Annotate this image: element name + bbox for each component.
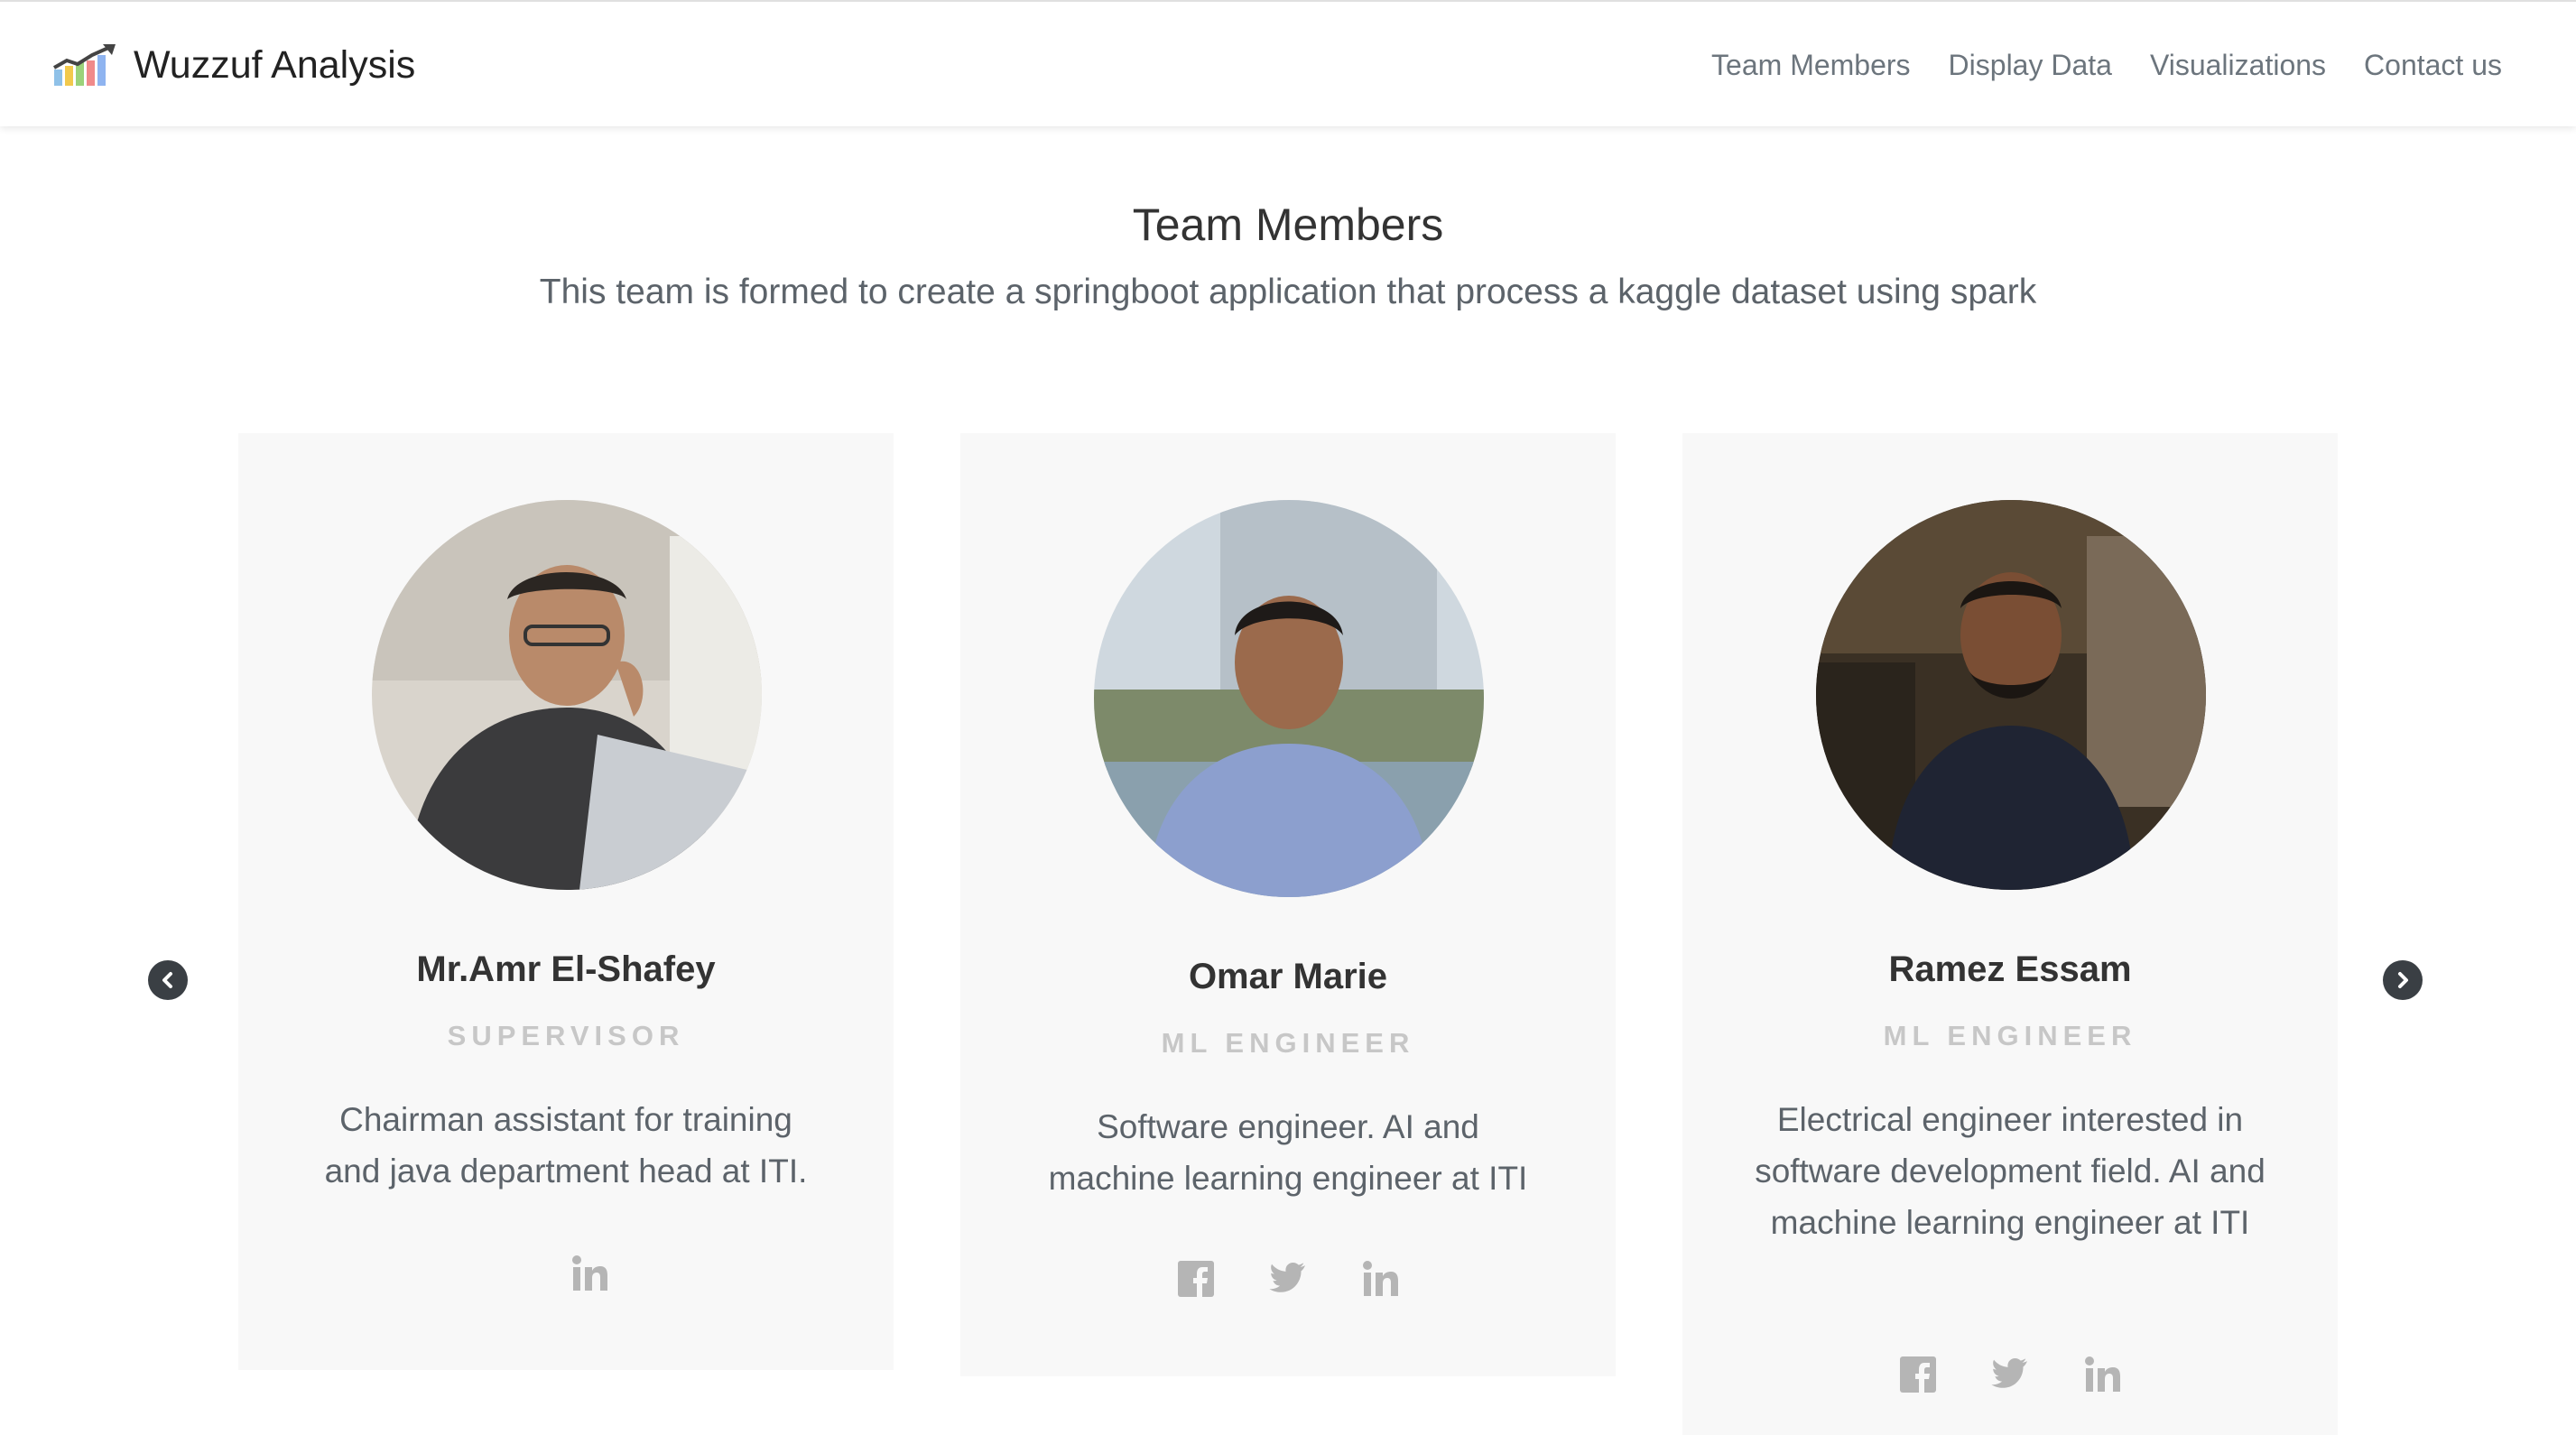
chevron-left-icon bbox=[162, 972, 172, 988]
avatar bbox=[1094, 500, 1484, 897]
team-member-card: Omar Marie ML ENGINEER Software engineer… bbox=[960, 433, 1616, 1376]
navbar: Wuzzuf Analysis Team Members Display Dat… bbox=[0, 0, 2576, 126]
team-member-card: Mr.Amr El-Shafey SUPERVISOR Chairman ass… bbox=[238, 433, 894, 1370]
social-links bbox=[1682, 1354, 2338, 1395]
avatar bbox=[1816, 500, 2206, 890]
linkedin-icon bbox=[572, 1255, 607, 1291]
nav-visualizations[interactable]: Visualizations bbox=[2150, 49, 2326, 82]
carousel-prev-button[interactable] bbox=[148, 960, 188, 1000]
avatar bbox=[372, 500, 762, 890]
facebook-icon bbox=[1900, 1356, 1936, 1393]
member-bio: Chairman assistant for training and java… bbox=[324, 1101, 808, 1190]
nav-team-members[interactable]: Team Members bbox=[1711, 49, 1911, 82]
section-subtitle: This team is formed to create a springbo… bbox=[539, 273, 2037, 311]
member-bio: Electrical engineer interested in softwa… bbox=[1755, 1101, 2266, 1241]
member-name: Omar Marie bbox=[1188, 957, 1388, 996]
team-member-card: Ramez Essam ML ENGINEER Electrical engin… bbox=[1682, 433, 2338, 1435]
member-name: Mr.Amr El-Shafey bbox=[416, 949, 716, 989]
facebook-icon bbox=[1178, 1261, 1214, 1297]
social-links bbox=[262, 1253, 917, 1294]
linkedin-link[interactable] bbox=[2081, 1354, 2123, 1395]
member-role: ML ENGINEER bbox=[1161, 1027, 1415, 1059]
twitter-link[interactable] bbox=[1267, 1258, 1309, 1300]
member-name: Ramez Essam bbox=[1888, 949, 2132, 989]
linkedin-icon bbox=[2085, 1356, 2120, 1392]
member-role: ML ENGINEER bbox=[1883, 1020, 2137, 1051]
facebook-link[interactable] bbox=[1897, 1354, 1939, 1395]
twitter-icon bbox=[1991, 1357, 2027, 1388]
linkedin-icon bbox=[1363, 1261, 1398, 1296]
chevron-right-icon bbox=[2398, 972, 2408, 988]
twitter-link[interactable] bbox=[1989, 1354, 2031, 1395]
twitter-icon bbox=[1269, 1262, 1305, 1292]
member-role: SUPERVISOR bbox=[447, 1020, 685, 1051]
linkedin-link[interactable] bbox=[569, 1253, 610, 1294]
nav-display-data[interactable]: Display Data bbox=[1949, 49, 2112, 82]
member-bio: Software engineer. AI and machine learni… bbox=[1048, 1108, 1528, 1197]
social-links bbox=[960, 1258, 1616, 1300]
brand[interactable]: Wuzzuf Analysis bbox=[52, 38, 415, 92]
nav-menu: Team Members Display Data Visualizations… bbox=[1673, 49, 2502, 82]
brand-title: Wuzzuf Analysis bbox=[134, 42, 416, 87]
carousel-next-button[interactable] bbox=[2383, 960, 2423, 1000]
section-title: Team Members bbox=[1132, 199, 1444, 250]
nav-contact-us[interactable]: Contact us bbox=[2364, 49, 2502, 82]
facebook-link[interactable] bbox=[1175, 1258, 1217, 1300]
linkedin-link[interactable] bbox=[1359, 1258, 1401, 1300]
chart-logo-icon bbox=[53, 44, 116, 86]
